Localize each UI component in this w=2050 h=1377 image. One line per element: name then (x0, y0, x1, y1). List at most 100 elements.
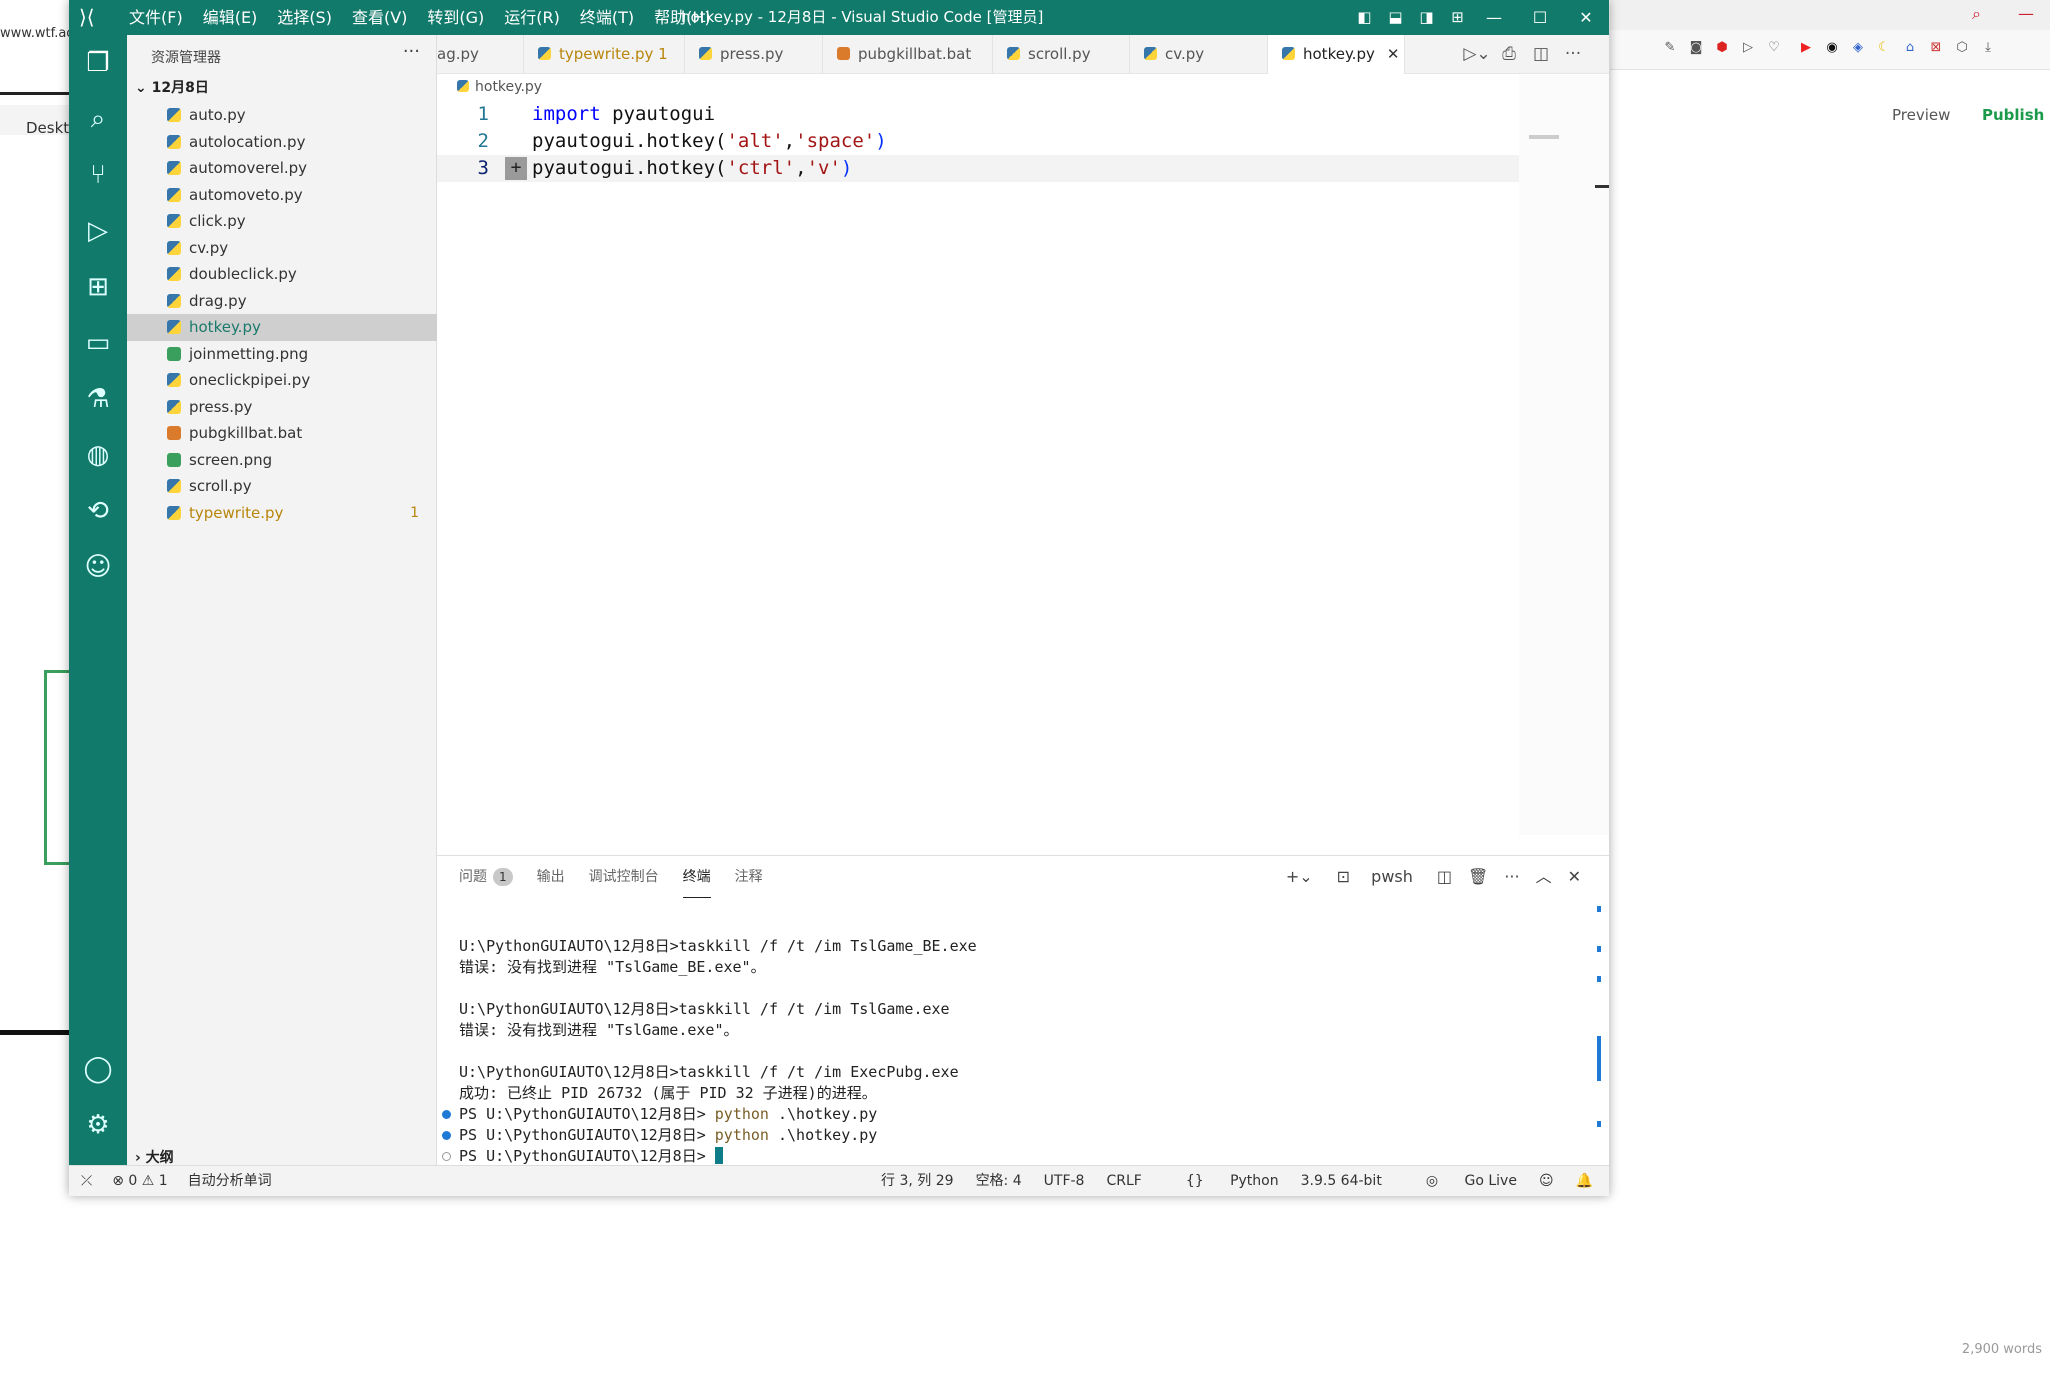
command-decoration-icon[interactable] (442, 1131, 451, 1140)
youtube-icon[interactable]: ▶ (1798, 40, 1814, 56)
indentation[interactable]: 空格: 4 (976, 1166, 1022, 1197)
camera-icon[interactable]: ◙ (1688, 40, 1704, 56)
customize-layout-icon[interactable]: ⊞ (1442, 0, 1473, 35)
run-icon[interactable]: ▷⌄ (1461, 35, 1493, 74)
search-icon[interactable]: ⌕ (1972, 4, 1981, 24)
send-icon[interactable]: ▷ (1740, 40, 1756, 56)
tab-comments[interactable]: 注释 (735, 856, 763, 898)
add-line-icon[interactable]: + (505, 157, 527, 180)
extensions-icon[interactable]: ⊞ (69, 263, 127, 311)
menu-edit[interactable]: 编辑(E) (193, 0, 268, 35)
folder-header[interactable]: ⌄ 12月8日 (135, 77, 209, 97)
maximize-button[interactable]: ☐ (1517, 0, 1563, 35)
file-item[interactable]: auto.py (127, 102, 437, 129)
more-actions-icon[interactable]: ··· (1557, 35, 1589, 74)
language-mode[interactable]: {} Python (1164, 1166, 1279, 1197)
moon-icon[interactable]: ☾ (1876, 40, 1892, 56)
file-item[interactable]: drag.py (127, 288, 437, 315)
minimize-button[interactable]: — (1471, 0, 1517, 35)
toggle-sidebar-icon[interactable]: ◧ (1349, 0, 1380, 35)
tab-press[interactable]: press.py (685, 35, 823, 74)
print-icon[interactable]: ⎙ (1493, 35, 1525, 74)
outline-section[interactable]: › 大纲 (135, 1147, 174, 1167)
explorer-icon[interactable]: ❐ (69, 39, 127, 87)
remote-explorer-icon[interactable]: ▭ (69, 319, 127, 367)
tab-pubgkillbat[interactable]: pubgkillbat.bat (823, 35, 993, 74)
background-tab[interactable]: Deskto (0, 105, 70, 135)
file-item[interactable]: screen.png (127, 447, 437, 474)
menu-terminal[interactable]: 终端(T) (570, 0, 644, 35)
search-icon[interactable]: ⌕ (69, 95, 127, 143)
notifications-bell-icon[interactable]: 🔔 (1576, 1166, 1593, 1197)
spell-check-status[interactable]: 自动分析单词 (188, 1166, 272, 1197)
edit-icon[interactable]: ✎ (1662, 40, 1678, 56)
file-item[interactable]: joinmetting.png (127, 341, 437, 368)
editor-scrollbar[interactable] (1595, 185, 1609, 188)
heart-icon[interactable]: ♡ (1766, 40, 1782, 56)
box-icon[interactable]: ⬡ (1954, 40, 1970, 56)
maximize-panel-icon[interactable]: ︿ (1528, 856, 1560, 898)
preview-button[interactable]: Preview (1892, 106, 1950, 124)
more-actions-icon[interactable]: ··· (403, 41, 420, 62)
python-interpreter[interactable]: 3.9.5 64-bit (1301, 1166, 1382, 1197)
badge-icon[interactable]: ⌂ (1902, 40, 1918, 56)
file-item-active[interactable]: hotkey.py (127, 314, 437, 341)
feedback-icon[interactable]: ☺ (1539, 1166, 1554, 1197)
terminal-shell-selector[interactable]: ⊡ pwsh (1321, 856, 1429, 898)
more-actions-icon[interactable]: ··· (1496, 856, 1527, 898)
menu-go[interactable]: 转到(G) (417, 0, 494, 35)
menu-run[interactable]: 运行(R) (494, 0, 570, 35)
download-icon[interactable]: ⤓ (1980, 40, 1996, 56)
publish-button[interactable]: Publish (1982, 106, 2044, 124)
cloud-icon[interactable]: ◍ (69, 431, 127, 479)
file-item[interactable]: oneclickpipei.py (127, 367, 437, 394)
tab-debug-console[interactable]: 调试控制台 (589, 856, 659, 898)
tab-terminal[interactable]: 终端 (682, 856, 711, 898)
go-live-button[interactable]: ◎ Go Live (1404, 1166, 1517, 1197)
close-button[interactable]: ✕ (1563, 0, 1609, 35)
file-item[interactable]: autolocation.py (127, 129, 437, 156)
close-tab-icon[interactable]: ✕ (1387, 45, 1400, 63)
file-item[interactable]: cv.py (127, 235, 437, 262)
remote-icon[interactable]: ⤫ (81, 1166, 92, 1197)
terminal-scrollbar[interactable] (1597, 906, 1603, 1146)
file-item[interactable]: click.py (127, 208, 437, 235)
breadcrumb[interactable]: hotkey.py (457, 79, 542, 95)
tab-hotkey[interactable]: hotkey.py ✕ (1268, 35, 1405, 74)
minimap[interactable] (1519, 75, 1609, 835)
menu-view[interactable]: 查看(V) (342, 0, 417, 35)
testing-icon[interactable]: ⚗ (69, 375, 127, 423)
new-terminal-icon[interactable]: +⌄ (1278, 856, 1321, 898)
file-item[interactable]: scroll.py (127, 473, 437, 500)
timeline-icon[interactable]: ⟲ (69, 487, 127, 535)
file-item[interactable]: doubleclick.py (127, 261, 437, 288)
code-editor[interactable]: 1 import pyautogui 2 pyautogui.hotkey('a… (437, 101, 1577, 182)
toggle-secondary-sidebar-icon[interactable]: ◨ (1411, 0, 1442, 35)
encoding[interactable]: UTF-8 (1044, 1166, 1085, 1197)
file-item[interactable]: pubgkillbat.bat (127, 420, 437, 447)
file-item[interactable]: press.py (127, 394, 437, 421)
source-control-icon[interactable]: ⑂ (69, 151, 127, 199)
terminal-input-line[interactable]: PS U:\PythonGUIAUTO\12月8日> (442, 1146, 1569, 1167)
extension-icon[interactable]: ◉ (1824, 40, 1840, 56)
command-decoration-icon[interactable] (442, 1110, 451, 1119)
toggle-panel-icon[interactable]: ⬓ (1380, 0, 1411, 35)
close-panel-icon[interactable]: ✕ (1560, 856, 1589, 898)
tab-output[interactable]: 输出 (537, 856, 565, 898)
file-item-warning[interactable]: typewrite.py 1 (127, 500, 437, 527)
problems-status[interactable]: ⊗ 0 ⚠ 1 (112, 1166, 167, 1197)
shield-icon[interactable]: ⬢ (1714, 40, 1730, 56)
tab-typewrite[interactable]: typewrite.py 1 (524, 35, 685, 74)
cursor-position[interactable]: 行 3, 列 29 (881, 1166, 954, 1197)
translate-icon[interactable]: ⊠ (1928, 40, 1944, 56)
split-editor-icon[interactable]: ◫ (1525, 35, 1557, 74)
trash-icon[interactable]: 🗑 (1460, 856, 1496, 898)
account-icon[interactable]: ◯ (69, 1045, 127, 1093)
tab-ag[interactable]: ag.py (437, 35, 524, 74)
tab-problems[interactable]: 问题 1 (459, 856, 513, 898)
settings-gear-icon[interactable]: ⚙ (69, 1101, 127, 1149)
end-of-line[interactable]: CRLF (1106, 1166, 1141, 1197)
smile-icon[interactable]: ☺ (69, 543, 127, 591)
tab-cv[interactable]: cv.py (1130, 35, 1268, 74)
split-terminal-icon[interactable]: ◫ (1429, 856, 1460, 898)
